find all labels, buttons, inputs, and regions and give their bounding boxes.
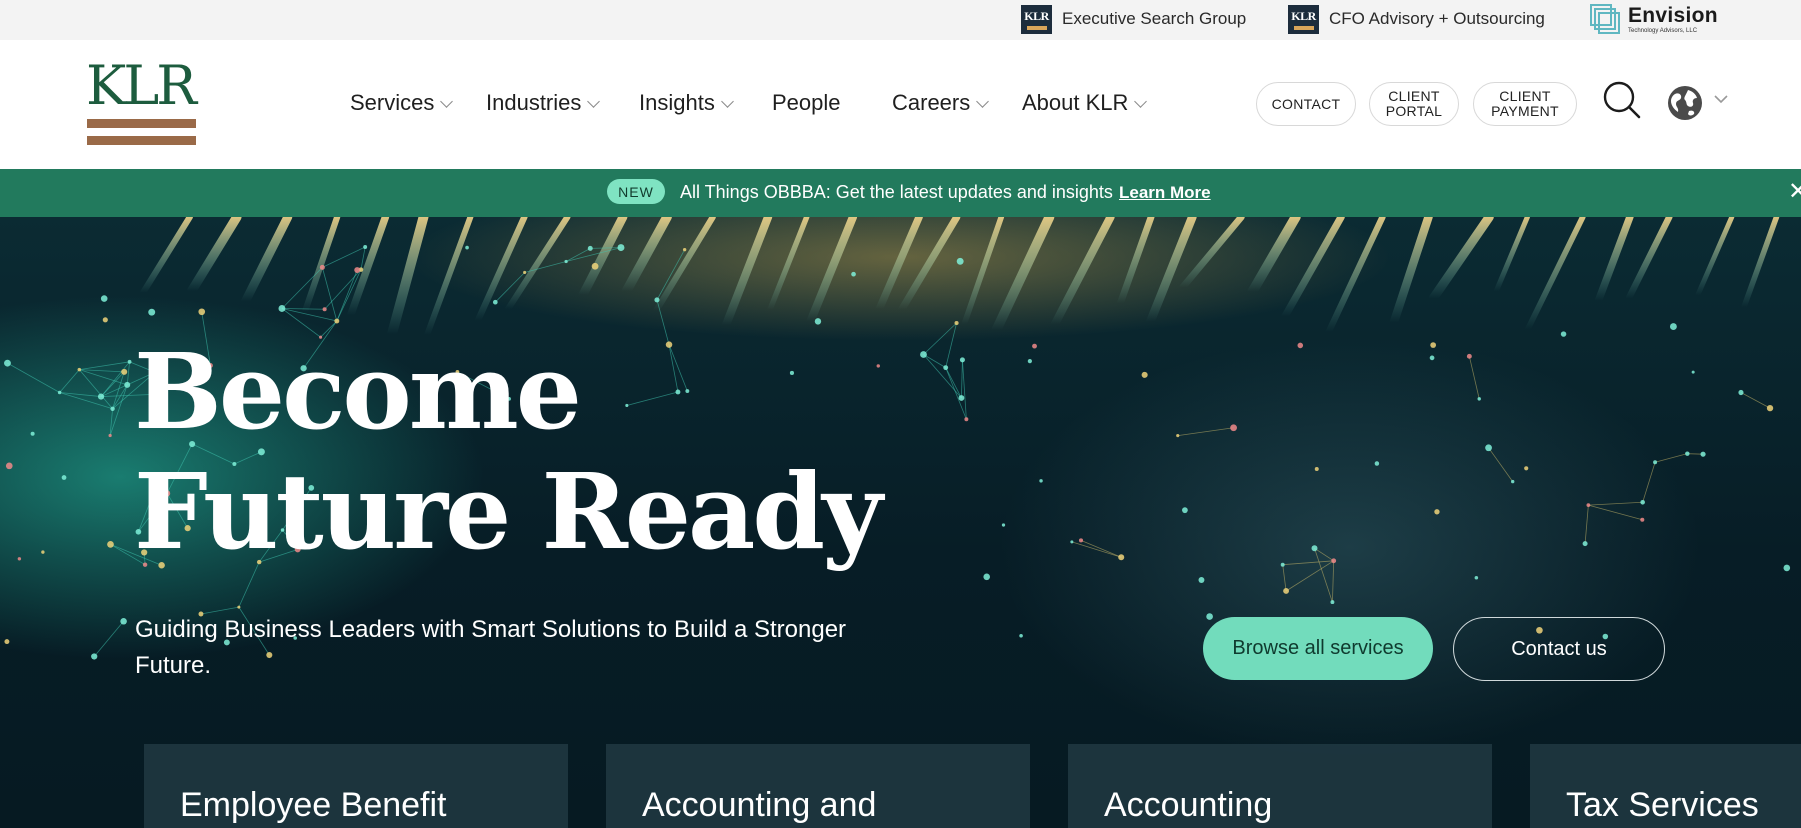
new-badge: NEW — [607, 179, 665, 204]
nav-careers[interactable]: Careers — [892, 90, 990, 116]
globe-icon[interactable] — [1666, 84, 1704, 122]
hero-subtitle: Guiding Business Leaders with Smart Solu… — [135, 616, 847, 679]
chevron-down-icon — [720, 95, 734, 108]
service-card-accounting[interactable]: Accounting — [1068, 744, 1492, 828]
contact-us-button[interactable]: Contact us — [1453, 617, 1665, 681]
executive-search-link[interactable]: KLR Executive Search Group — [1021, 3, 1246, 35]
client-payment-button[interactable]: CLIENT PAYMENT — [1473, 82, 1577, 126]
logo-bar-top — [87, 119, 196, 128]
browse-services-button[interactable]: Browse all services — [1203, 617, 1433, 680]
service-card-employee-benefit[interactable]: Employee Benefit — [144, 744, 568, 828]
nav-services[interactable]: Services — [350, 90, 454, 116]
cfo-advisory-label: CFO Advisory + Outsourcing — [1329, 9, 1545, 28]
language-chevron-down-icon[interactable] — [1714, 94, 1728, 104]
klr-mini-logo: KLR — [1021, 4, 1052, 34]
cfo-advisory-link[interactable]: KLR CFO Advisory + Outsourcing — [1288, 3, 1545, 35]
nav-industries[interactable]: Industries — [486, 90, 601, 116]
chevron-down-icon — [976, 95, 990, 108]
close-icon[interactable]: ✕ — [1788, 180, 1801, 204]
client-portal-button[interactable]: CLIENT PORTAL — [1369, 82, 1459, 126]
nav-people[interactable]: People — [772, 90, 841, 116]
envision-logo-icon — [1588, 2, 1622, 36]
nav-about[interactable]: About KLR — [1022, 90, 1148, 116]
announcement-bar: NEW All Things OBBBA: Get the latest upd… — [0, 169, 1801, 217]
announcement-text: All Things OBBBA: Get the latest updates… — [680, 182, 1113, 202]
chevron-down-icon — [587, 95, 601, 108]
service-card-tax-services[interactable]: Tax Services — [1530, 744, 1801, 828]
logo-bar-bottom — [87, 136, 196, 145]
site-header: KLR Services Industries Insights People … — [0, 40, 1801, 169]
contact-button[interactable]: CONTACT — [1256, 82, 1356, 126]
search-icon[interactable] — [1602, 80, 1642, 120]
nav-insights[interactable]: Insights — [639, 90, 734, 116]
hero-section: Become Future Ready Guiding Business Lea… — [0, 217, 1801, 828]
klr-logo[interactable]: KLR — [86, 58, 198, 150]
learn-more-link[interactable]: Learn More — [1119, 183, 1211, 203]
hero-title: Become Future Ready — [134, 330, 883, 573]
chevron-down-icon — [1134, 95, 1148, 108]
klr-mini-logo: KLR — [1288, 4, 1319, 34]
executive-search-label: Executive Search Group — [1062, 9, 1247, 28]
envision-link[interactable]: Envision Technology Advisors, LLC — [1588, 1, 1718, 37]
envision-name: Envision — [1628, 3, 1718, 27]
chevron-down-icon — [440, 95, 454, 108]
service-card-accounting-and[interactable]: Accounting and — [606, 744, 1030, 828]
envision-tagline: Technology Advisors, LLC — [1628, 27, 1698, 34]
utility-bar: KLR Executive Search Group KLR CFO Advis… — [0, 0, 1801, 40]
logo-wordmark: KLR — [86, 54, 197, 117]
